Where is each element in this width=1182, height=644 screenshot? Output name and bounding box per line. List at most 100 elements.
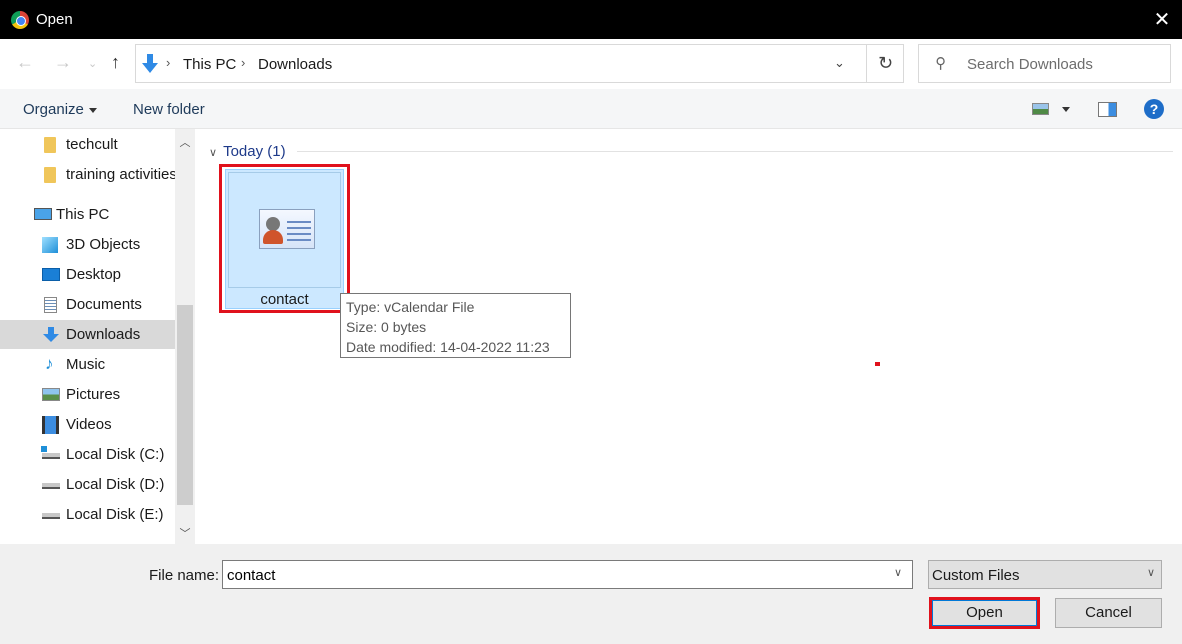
new-folder-button[interactable]: New folder — [133, 101, 205, 118]
scrollbar-thumb[interactable] — [177, 305, 193, 505]
sidebar-item-desktop[interactable]: Desktop — [0, 260, 175, 289]
sidebar-item-music[interactable]: ♪ Music — [0, 350, 175, 379]
annotation-dot — [875, 362, 880, 366]
window-title: Open — [36, 11, 73, 28]
sidebar-item-label: Downloads — [66, 326, 141, 343]
cancel-button[interactable]: Cancel — [1055, 598, 1162, 628]
breadcrumb-this-pc[interactable]: This PC — [183, 56, 236, 73]
annotation-highlight-box — [219, 164, 350, 313]
file-type-value: Custom Files — [932, 567, 1020, 584]
sidebar-item-this-pc[interactable]: This PC — [0, 200, 175, 229]
address-dropdown-button[interactable]: ⌄ — [834, 55, 845, 71]
sidebar-item-label: Music — [66, 356, 106, 373]
sidebar-item-downloads[interactable]: Downloads — [0, 320, 175, 349]
organize-button[interactable]: Organize — [23, 101, 97, 118]
file-name-input[interactable] — [227, 565, 887, 585]
sidebar-item-pictures[interactable]: Pictures — [0, 380, 175, 409]
navigation-bar: ← → ⌄ ↑ › This PC › Downloads ⌄ ↻ ⚲ — [0, 39, 1182, 89]
sidebar-item-label: This PC — [56, 206, 110, 223]
videos-icon — [42, 416, 59, 434]
help-icon[interactable]: ? — [1144, 99, 1164, 119]
title-bar: Open ✕ — [0, 0, 1182, 39]
file-info-tooltip: Type: vCalendar File Size: 0 bytes Date … — [340, 293, 571, 358]
preview-pane-icon[interactable] — [1098, 102, 1117, 117]
open-button-label: Open — [932, 600, 1037, 626]
group-divider — [297, 151, 1173, 152]
breadcrumb-separator-icon: › — [241, 55, 246, 70]
pictures-icon — [42, 388, 60, 401]
computer-icon — [34, 208, 52, 220]
downloads-icon — [142, 54, 158, 73]
search-box: ⚲ — [918, 44, 1171, 83]
scroll-up-icon[interactable]: ︿ — [175, 134, 195, 152]
drive-icon — [42, 483, 60, 489]
sidebar-item-techcult[interactable]: techcult — [0, 130, 175, 159]
drive-c-icon — [42, 453, 60, 459]
folder-icon — [44, 167, 56, 183]
file-name-combobox: ∨ — [222, 560, 913, 589]
back-button[interactable]: ← — [16, 52, 34, 73]
sidebar-item-local-disk-d[interactable]: Local Disk (D:) — [0, 470, 175, 499]
group-header-label: Today (1) — [223, 143, 286, 160]
tooltip-type: Type: vCalendar File — [346, 299, 475, 315]
sidebar-item-videos[interactable]: Videos — [0, 410, 175, 439]
sidebar-item-label: Desktop — [66, 266, 122, 283]
sidebar-item-label: Local Disk (D:) — [66, 476, 165, 493]
up-button[interactable]: ↑ — [111, 52, 120, 73]
close-button[interactable]: ✕ — [1148, 6, 1176, 34]
caret-down-icon — [88, 107, 97, 113]
breadcrumb-downloads[interactable]: Downloads — [258, 56, 332, 73]
drive-icon — [42, 513, 60, 519]
sidebar-item-local-disk-e[interactable]: Local Disk (E:) — [0, 500, 175, 529]
sidebar-item-label: Local Disk (C:) — [66, 446, 165, 463]
chevron-down-icon: ⌄ — [88, 58, 98, 70]
file-list: ∨ Today (1) contact Type: vCalendar File … — [195, 129, 1182, 544]
sidebar-item-label: Local Disk (E:) — [66, 506, 164, 523]
sidebar-item-label: techcult — [66, 136, 118, 153]
close-icon: ✕ — [1153, 9, 1171, 31]
sidebar-item-label: 3D Objects — [66, 236, 141, 253]
file-name-label: File name: — [149, 567, 220, 584]
sidebar-item-label: Documents — [66, 296, 142, 313]
sidebar-item-label: Pictures — [66, 386, 121, 403]
arrow-right-icon: → — [54, 52, 72, 72]
command-bar: Organize New folder ? — [0, 89, 1182, 129]
forward-button[interactable]: → — [54, 52, 72, 73]
recent-locations-button[interactable]: ⌄ — [88, 57, 97, 70]
change-view-icon[interactable] — [1032, 103, 1049, 115]
dialog-footer: File name: ∨ Custom Files ∨ Open Cancel — [0, 544, 1182, 644]
refresh-icon: ↻ — [877, 53, 894, 73]
breadcrumb-separator-icon: › — [166, 55, 171, 70]
organize-label: Organize — [23, 101, 84, 118]
3d-objects-icon — [42, 237, 58, 253]
documents-icon — [44, 297, 57, 313]
search-icon: ⚲ — [935, 55, 946, 72]
search-input[interactable] — [967, 53, 1162, 75]
tooltip-size: Size: 0 bytes — [346, 319, 427, 335]
sidebar-item-label: training activities — [66, 166, 177, 183]
downloads-icon — [43, 327, 59, 342]
scroll-down-icon[interactable]: ﹀ — [175, 525, 195, 543]
desktop-icon — [42, 268, 60, 281]
windows-logo-icon — [41, 446, 47, 452]
file-name-dropdown-icon[interactable]: ∨ — [894, 566, 902, 579]
address-bar[interactable]: › This PC › Downloads ⌄ ↻ — [135, 44, 904, 83]
chevron-down-icon: ∨ — [209, 147, 218, 159]
music-icon: ♪ — [45, 354, 54, 373]
arrow-up-icon: ↑ — [111, 52, 120, 72]
group-header-today[interactable]: ∨ Today (1) — [209, 143, 286, 160]
file-type-select[interactable]: Custom Files ∨ — [928, 560, 1162, 589]
refresh-button[interactable]: ↻ — [866, 45, 904, 82]
sidebar-item-3d-objects[interactable]: 3D Objects — [0, 230, 175, 259]
open-button[interactable]: Open — [929, 597, 1040, 629]
sidebar-item-documents[interactable]: Documents — [0, 290, 175, 319]
navigation-pane: techcult training activities This PC 3D … — [0, 129, 195, 544]
sidebar-scrollbar[interactable]: ︿ ﹀ — [175, 129, 195, 544]
view-options-caret-icon[interactable] — [1062, 107, 1070, 112]
sidebar-item-training-activities[interactable]: training activities — [0, 160, 177, 189]
chrome-icon — [11, 11, 29, 29]
open-file-dialog: Open ✕ ← → ⌄ ↑ › This PC › Downloads ⌄ ↻… — [0, 0, 1182, 644]
sidebar-item-local-disk-c[interactable]: Local Disk (C:) — [0, 440, 175, 469]
sidebar-item-label: Videos — [66, 416, 112, 433]
folder-icon — [44, 137, 56, 153]
